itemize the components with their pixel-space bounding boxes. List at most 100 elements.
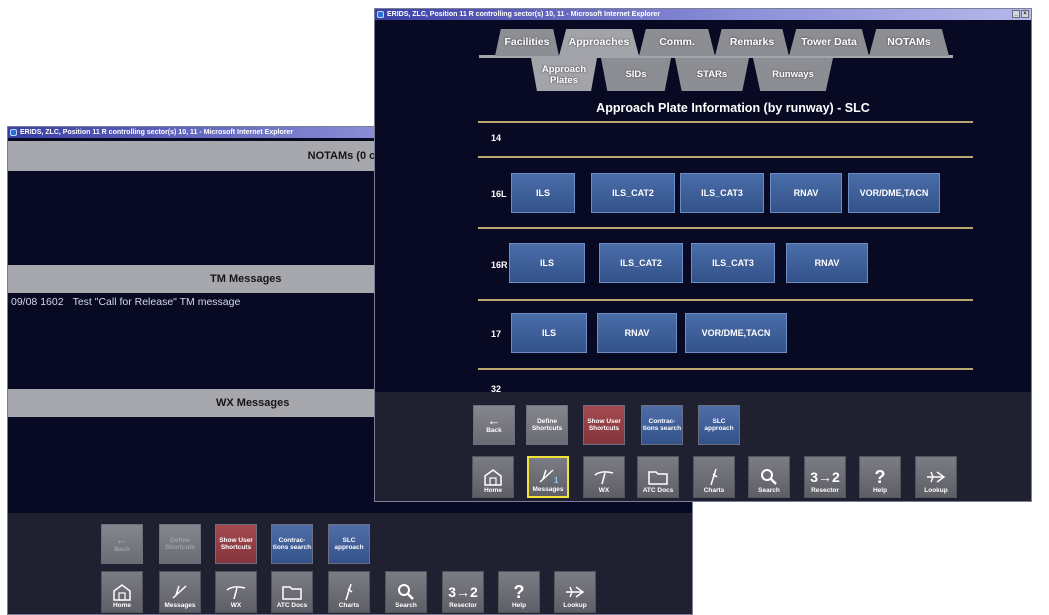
resector-label: Resector: [449, 602, 477, 609]
lookup-label: Lookup: [563, 602, 587, 609]
search-button[interactable]: Search: [748, 456, 790, 498]
contractions-search-label: Contrac-tions search: [642, 417, 682, 433]
resector-icon: 3→2: [448, 584, 478, 600]
tm-messages-header-label: TM Messages: [210, 273, 282, 285]
tab-approaches[interactable]: Approaches: [559, 29, 639, 56]
slc-approach-button[interactable]: SLC approach: [698, 405, 740, 445]
atc-docs-icon: [282, 586, 302, 600]
messages-badge: 1: [554, 476, 559, 485]
home-button[interactable]: Home: [472, 456, 514, 498]
plate-button[interactable]: RNAV: [597, 313, 677, 353]
charts-button[interactable]: Charts: [328, 571, 370, 613]
help-label: Help: [872, 487, 888, 494]
wx-messages-header-label: WX Messages: [216, 397, 290, 409]
atc-docs-button[interactable]: ATC Docs: [637, 456, 679, 498]
define-shortcuts-button[interactable]: Define Shortcuts: [526, 405, 568, 445]
search-label: Search: [758, 487, 780, 494]
home-button[interactable]: Home: [101, 571, 143, 613]
separator: [478, 299, 973, 301]
resector-icon: 3→2: [810, 469, 840, 485]
ie-icon: [377, 11, 384, 18]
plate-button[interactable]: VOR/DME,TACN: [848, 173, 940, 213]
show-user-shortcuts-label: Show User Shortcuts: [587, 417, 621, 433]
charts-button[interactable]: Charts: [693, 456, 735, 498]
contractions-search-button[interactable]: Contrac-tions search: [271, 524, 313, 564]
section-title: Approach Plate Information (by runway) -…: [596, 101, 870, 115]
wx-icon: [594, 471, 614, 485]
subtab-approach-plates[interactable]: Approach Plates: [531, 58, 597, 91]
separator: [478, 121, 973, 123]
tm-message-row[interactable]: 09/08 1602 Test "Call for Release" TM mes…: [11, 296, 240, 308]
plate-button[interactable]: ILS: [509, 243, 585, 283]
subtab-stars[interactable]: STARs: [675, 58, 749, 91]
runway-label: 16R: [491, 260, 508, 270]
messages-icon: [172, 585, 187, 599]
show-user-shortcuts-button[interactable]: Show User Shortcuts: [215, 524, 257, 564]
home-label: Home: [112, 602, 132, 609]
resector-button[interactable]: 3→2 Resector: [442, 571, 484, 613]
tab-tower-data[interactable]: Tower Data: [789, 29, 869, 56]
back-arrow-icon: ←: [487, 413, 501, 429]
tm-message-time: 09/08 1602: [11, 296, 64, 308]
slc-approach-button[interactable]: SLC approach: [328, 524, 370, 564]
show-user-shortcuts-button[interactable]: Show User Shortcuts: [583, 405, 625, 445]
lookup-button[interactable]: Lookup: [915, 456, 957, 498]
messages-button[interactable]: 1 Messages: [527, 456, 569, 498]
wx-button[interactable]: WX: [215, 571, 257, 613]
close-icon[interactable]: ×: [1021, 10, 1029, 18]
runway-label: 16L: [491, 189, 507, 199]
wx-button[interactable]: WX: [583, 456, 625, 498]
atc-docs-button[interactable]: ATC Docs: [271, 571, 313, 613]
charts-icon: [345, 583, 353, 601]
plate-button[interactable]: ILS_CAT2: [599, 243, 683, 283]
plate-button[interactable]: ILS: [511, 173, 575, 213]
back-button[interactable]: ← Back: [473, 405, 515, 445]
separator: [478, 156, 973, 158]
resector-label: Resector: [811, 487, 839, 494]
wx-icon: [226, 586, 246, 600]
slc-approach-label: SLC approach: [334, 536, 364, 552]
front-window: ERIDS, ZLC, Position 11 R controlling se…: [374, 8, 1032, 502]
charts-icon: [710, 468, 718, 486]
show-user-shortcuts-label: Show User Shortcuts: [219, 536, 253, 552]
subtab-sids[interactable]: SIDs: [601, 58, 671, 91]
plate-button[interactable]: ILS_CAT3: [691, 243, 775, 283]
search-icon: [761, 469, 777, 485]
back-button[interactable]: ← Back: [101, 524, 143, 564]
contractions-search-button[interactable]: Contrac-tions search: [641, 405, 683, 445]
minimize-icon[interactable]: _: [1012, 10, 1020, 18]
tab-comm[interactable]: Comm.: [639, 29, 715, 56]
plate-button[interactable]: ILS_CAT3: [680, 173, 764, 213]
plate-button[interactable]: VOR/DME,TACN: [685, 313, 787, 353]
help-label: Help: [511, 602, 527, 609]
plate-button[interactable]: ILS: [511, 313, 587, 353]
search-label: Search: [395, 602, 417, 609]
lookup-button[interactable]: Lookup: [554, 571, 596, 613]
help-icon: ?: [874, 467, 886, 487]
search-button[interactable]: Search: [385, 571, 427, 613]
front-toolbar: ← Back Define Shortcuts Show User Shortcu…: [375, 392, 1031, 501]
messages-icon: 1: [539, 469, 559, 485]
tab-facilities[interactable]: Facilities: [495, 29, 559, 56]
define-shortcuts-label: Define Shortcuts: [164, 536, 196, 552]
help-icon: ?: [513, 582, 525, 602]
help-button[interactable]: ? Help: [859, 456, 901, 498]
subtab-runways[interactable]: Runways: [753, 58, 833, 91]
tab-remarks[interactable]: Remarks: [715, 29, 789, 56]
runway-label: 17: [491, 329, 502, 339]
define-shortcuts-button[interactable]: Define Shortcuts: [159, 524, 201, 564]
messages-label: Messages: [164, 602, 196, 609]
plate-button[interactable]: RNAV: [770, 173, 842, 213]
atc-docs-icon: [648, 471, 668, 485]
plate-button[interactable]: ILS_CAT2: [591, 173, 675, 213]
plate-button[interactable]: RNAV: [786, 243, 868, 283]
front-window-titlebar[interactable]: ERIDS, ZLC, Position 11 R controlling se…: [375, 9, 1031, 20]
help-button[interactable]: ? Help: [498, 571, 540, 613]
resector-button[interactable]: 3→2 Resector: [804, 456, 846, 498]
wx-label: WX: [598, 487, 610, 494]
lookup-icon: [566, 586, 585, 598]
messages-label: Messages: [532, 486, 564, 493]
messages-button[interactable]: Messages: [159, 571, 201, 613]
tab-notams[interactable]: NOTAMs: [869, 29, 949, 56]
back-button-label: Back: [486, 427, 502, 435]
